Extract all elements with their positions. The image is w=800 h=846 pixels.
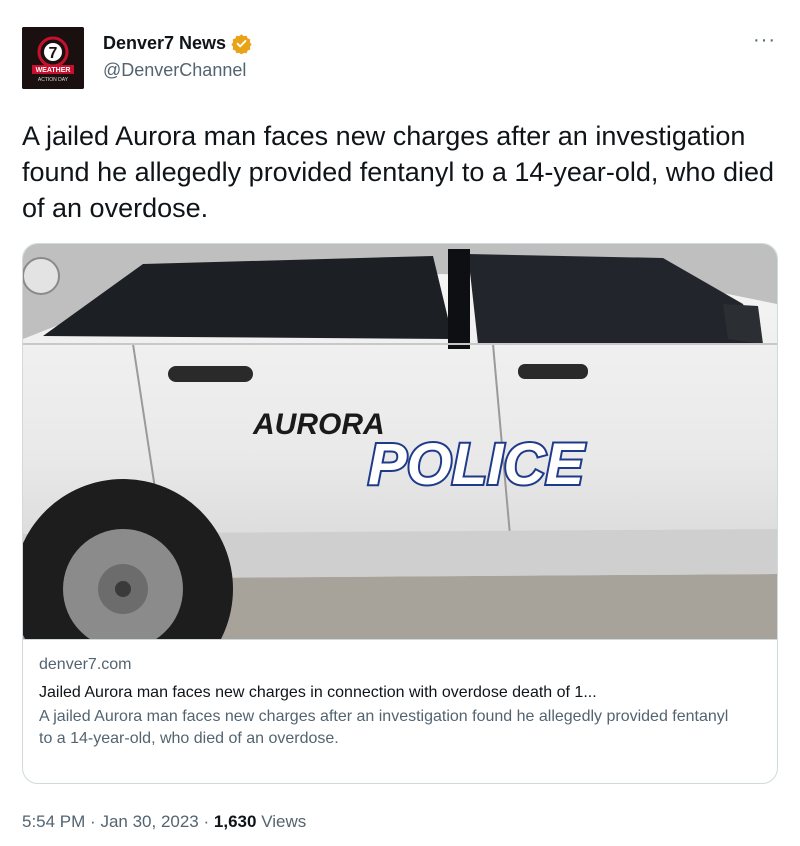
avatar[interactable]: 7 WEATHER ACTION DAY: [22, 27, 84, 89]
card-image[interactable]: AURORA POLICE: [23, 244, 777, 639]
author-block: Denver7 News @DenverChannel: [103, 33, 252, 81]
police-car-photo: AURORA POLICE: [23, 244, 777, 639]
card-description: A jailed Aurora man faces new charges af…: [39, 708, 729, 747]
tweet-text: A jailed Aurora man faces new charges af…: [22, 121, 775, 223]
verified-badge-icon: [231, 33, 252, 55]
tweet: 7 WEATHER ACTION DAY Denver7 News @Denve…: [0, 0, 800, 846]
denver7-logo: 7 WEATHER ACTION DAY: [22, 27, 84, 89]
avatar-label-line2: ACTION DAY: [38, 77, 69, 83]
card-domain: denver7.com: [39, 656, 132, 673]
link-card[interactable]: AURORA POLICE denver7.com Jailed Aurora …: [22, 243, 778, 784]
views-count: 1,630: [213, 812, 257, 831]
avatar-number: 7: [49, 45, 58, 62]
handle[interactable]: @DenverChannel: [103, 60, 252, 81]
card-image-line1: AURORA: [252, 408, 385, 441]
card-title: Jailed Aurora man faces new charges in c…: [39, 684, 597, 701]
card-meta[interactable]: denver7.com Jailed Aurora man faces new …: [23, 639, 777, 783]
meta-separator: ·: [90, 812, 96, 831]
avatar-label-line1: WEATHER: [36, 67, 71, 74]
display-name[interactable]: Denver7 News: [103, 33, 226, 54]
card-image-line2: POLICE: [368, 432, 586, 497]
more-options-icon[interactable]: ···: [753, 30, 776, 50]
tweet-meta: 5:54 PM · Jan 30, 2023 · 1,630 Views: [22, 812, 306, 832]
tweet-time[interactable]: 5:54 PM: [22, 812, 85, 831]
views-label: Views: [261, 812, 307, 831]
name-row: Denver7 News: [103, 33, 252, 55]
meta-separator: ·: [203, 812, 210, 831]
tweet-date[interactable]: Jan 30, 2023: [100, 812, 198, 831]
